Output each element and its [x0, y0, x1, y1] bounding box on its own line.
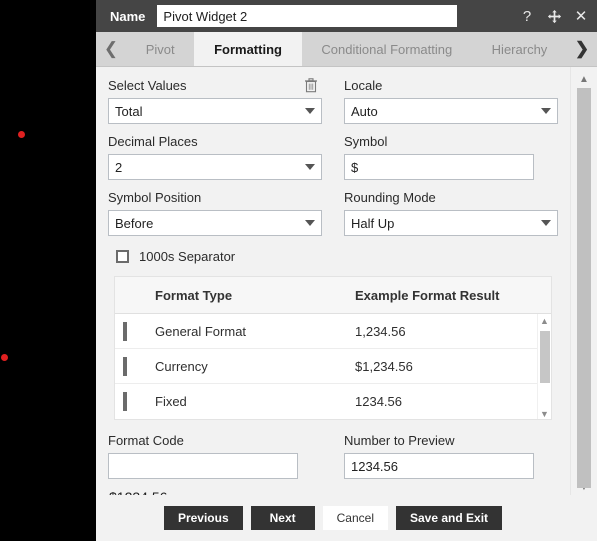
- format-type-table: Format Type Example Format Result Genera…: [114, 276, 552, 420]
- row-format-result: 1234.56: [355, 394, 402, 409]
- table-row[interactable]: Currency $1,234.56: [115, 349, 537, 384]
- rounding-mode-label: Rounding Mode: [344, 190, 436, 205]
- save-and-exit-button[interactable]: Save and Exit: [396, 506, 503, 530]
- decimal-places-value: 2: [115, 159, 123, 175]
- row-checkbox-cell[interactable]: [123, 356, 155, 376]
- screen: Name ? ✕ ❮ Pivot Formatting Conditional …: [0, 0, 597, 541]
- tab-strip: ❮ Pivot Formatting Conditional Formattin…: [96, 32, 597, 67]
- row-checkbox[interactable]: [123, 321, 127, 341]
- row-checkbox[interactable]: [123, 392, 127, 411]
- decimal-places-label: Decimal Places: [108, 134, 198, 149]
- decimal-places-dropdown[interactable]: 2: [108, 154, 322, 180]
- table-row[interactable]: General Format 1,234.56: [115, 314, 537, 349]
- scroll-down-icon[interactable]: ▼: [540, 407, 549, 419]
- field-group-number-to-preview: Number to Preview: [344, 432, 558, 479]
- cancel-button[interactable]: Cancel: [322, 506, 388, 530]
- titlebar-icon-group: ? ✕: [505, 8, 589, 24]
- row-format-type: Currency: [155, 358, 208, 374]
- row-checkbox-cell[interactable]: [123, 321, 155, 341]
- symbol-position-label: Symbol Position: [108, 190, 202, 205]
- field-group-symbol: Symbol: [344, 133, 558, 180]
- format-table-scrollbar[interactable]: ▲ ▼: [537, 314, 551, 419]
- panel-scroll-up-icon[interactable]: ▲: [571, 71, 597, 87]
- rounding-mode-value: Half Up: [351, 215, 395, 231]
- red-marker-dot-lower: [1, 354, 8, 361]
- panel-scrollbar[interactable]: ▲ ▼: [570, 67, 597, 495]
- panel-scroll-thumb[interactable]: [577, 88, 591, 488]
- symbol-label: Symbol: [344, 134, 388, 149]
- number-to-preview-label: Number to Preview: [344, 433, 455, 448]
- tab-scroll-right-icon[interactable]: ❯: [567, 32, 597, 66]
- format-code-label: Format Code: [108, 433, 184, 448]
- symbol-position-value: Before: [115, 215, 154, 231]
- previous-button[interactable]: Previous: [163, 506, 243, 530]
- panel-scroll-track[interactable]: [577, 88, 591, 488]
- row-checkbox[interactable]: [123, 356, 127, 376]
- select-values-label-row: Select Values: [108, 77, 322, 94]
- widget-name-input[interactable]: [157, 5, 458, 27]
- chevron-down-icon: [541, 220, 551, 226]
- number-to-preview-input[interactable]: [344, 453, 534, 479]
- row-checkbox-cell[interactable]: [123, 392, 155, 411]
- red-marker-dot-upper: [18, 131, 25, 138]
- dialog-titlebar: Name ? ✕: [96, 0, 597, 32]
- format-table-body: General Format 1,234.56 Currency $1,234.…: [115, 314, 537, 419]
- row-format-type: Fixed: [155, 394, 187, 409]
- tab-hierarchy[interactable]: Hierarchy: [472, 32, 567, 66]
- close-icon[interactable]: ✕: [573, 8, 589, 24]
- help-icon[interactable]: ?: [519, 8, 535, 24]
- table-row[interactable]: Fixed 1234.56: [115, 384, 537, 419]
- format-table-header: Format Type Example Format Result: [115, 277, 551, 314]
- scroll-up-icon[interactable]: ▲: [540, 314, 549, 326]
- format-table-scroll-track[interactable]: [539, 327, 550, 406]
- move-icon[interactable]: [546, 8, 562, 24]
- dialog-footer: Previous Next Cancel Save and Exit: [96, 495, 597, 541]
- header-example-format-result: Example Format Result: [355, 287, 500, 303]
- trash-icon[interactable]: [304, 78, 318, 93]
- tab-conditional-formatting[interactable]: Conditional Formatting: [302, 32, 472, 66]
- field-group-format-code: Format Code: [108, 432, 322, 479]
- tab-pivot[interactable]: Pivot: [126, 32, 194, 66]
- locale-dropdown[interactable]: Auto: [344, 98, 558, 124]
- locale-label: Locale: [344, 78, 383, 93]
- format-table-body-wrap: General Format 1,234.56 Currency $1,234.…: [115, 314, 551, 419]
- row-format-result: 1,234.56: [355, 323, 406, 339]
- row-format-type: General Format: [155, 323, 247, 339]
- select-values-label: Select Values: [108, 78, 187, 93]
- format-table-scroll-thumb[interactable]: [539, 331, 550, 383]
- next-button[interactable]: Next: [250, 506, 315, 530]
- tab-scroll-left-icon[interactable]: ❮: [96, 32, 126, 66]
- formatting-panel: Select Values Total Locale Auto Decimal …: [96, 67, 570, 495]
- field-group-decimal-places: Decimal Places 2: [108, 133, 322, 180]
- field-group-rounding-mode: Rounding Mode Half Up: [344, 189, 558, 236]
- symbol-position-dropdown[interactable]: Before: [108, 210, 322, 236]
- format-code-input[interactable]: [108, 453, 298, 479]
- dialog-body: Select Values Total Locale Auto Decimal …: [96, 67, 597, 495]
- rounding-mode-dropdown[interactable]: Half Up: [344, 210, 558, 236]
- name-label: Name: [110, 8, 146, 24]
- chevron-down-icon: [305, 108, 315, 114]
- field-group-select-values: Select Values Total: [108, 77, 322, 124]
- header-format-type: Format Type: [155, 287, 233, 303]
- row-format-result: $1,234.56: [355, 358, 413, 374]
- form-row-position-rounding: Symbol Position Before Rounding Mode Hal…: [108, 189, 558, 236]
- thousands-separator-label: 1000s Separator: [139, 249, 236, 264]
- form-row-values-locale: Select Values Total Locale Auto: [108, 77, 558, 124]
- symbol-input[interactable]: [344, 154, 534, 180]
- chevron-down-icon: [305, 164, 315, 170]
- form-row-decimals-symbol: Decimal Places 2 Symbol: [108, 133, 558, 180]
- tab-list: Pivot Formatting Conditional Formatting …: [126, 32, 567, 66]
- field-group-symbol-position: Symbol Position Before: [108, 189, 322, 236]
- select-values-value: Total: [115, 103, 143, 119]
- field-group-locale: Locale Auto: [344, 77, 558, 124]
- tab-formatting[interactable]: Formatting: [194, 32, 302, 66]
- form-row-code-preview: Format Code Number to Preview: [108, 432, 558, 479]
- thousands-separator-checkbox[interactable]: [116, 250, 129, 263]
- locale-value: Auto: [351, 103, 378, 119]
- select-values-dropdown[interactable]: Total: [108, 98, 322, 124]
- widget-settings-dialog: Name ? ✕ ❮ Pivot Formatting Conditional …: [96, 0, 597, 541]
- chevron-down-icon: [541, 108, 551, 114]
- thousands-separator-checkbox-row[interactable]: 1000s Separator: [116, 249, 558, 264]
- chevron-down-icon: [305, 220, 315, 226]
